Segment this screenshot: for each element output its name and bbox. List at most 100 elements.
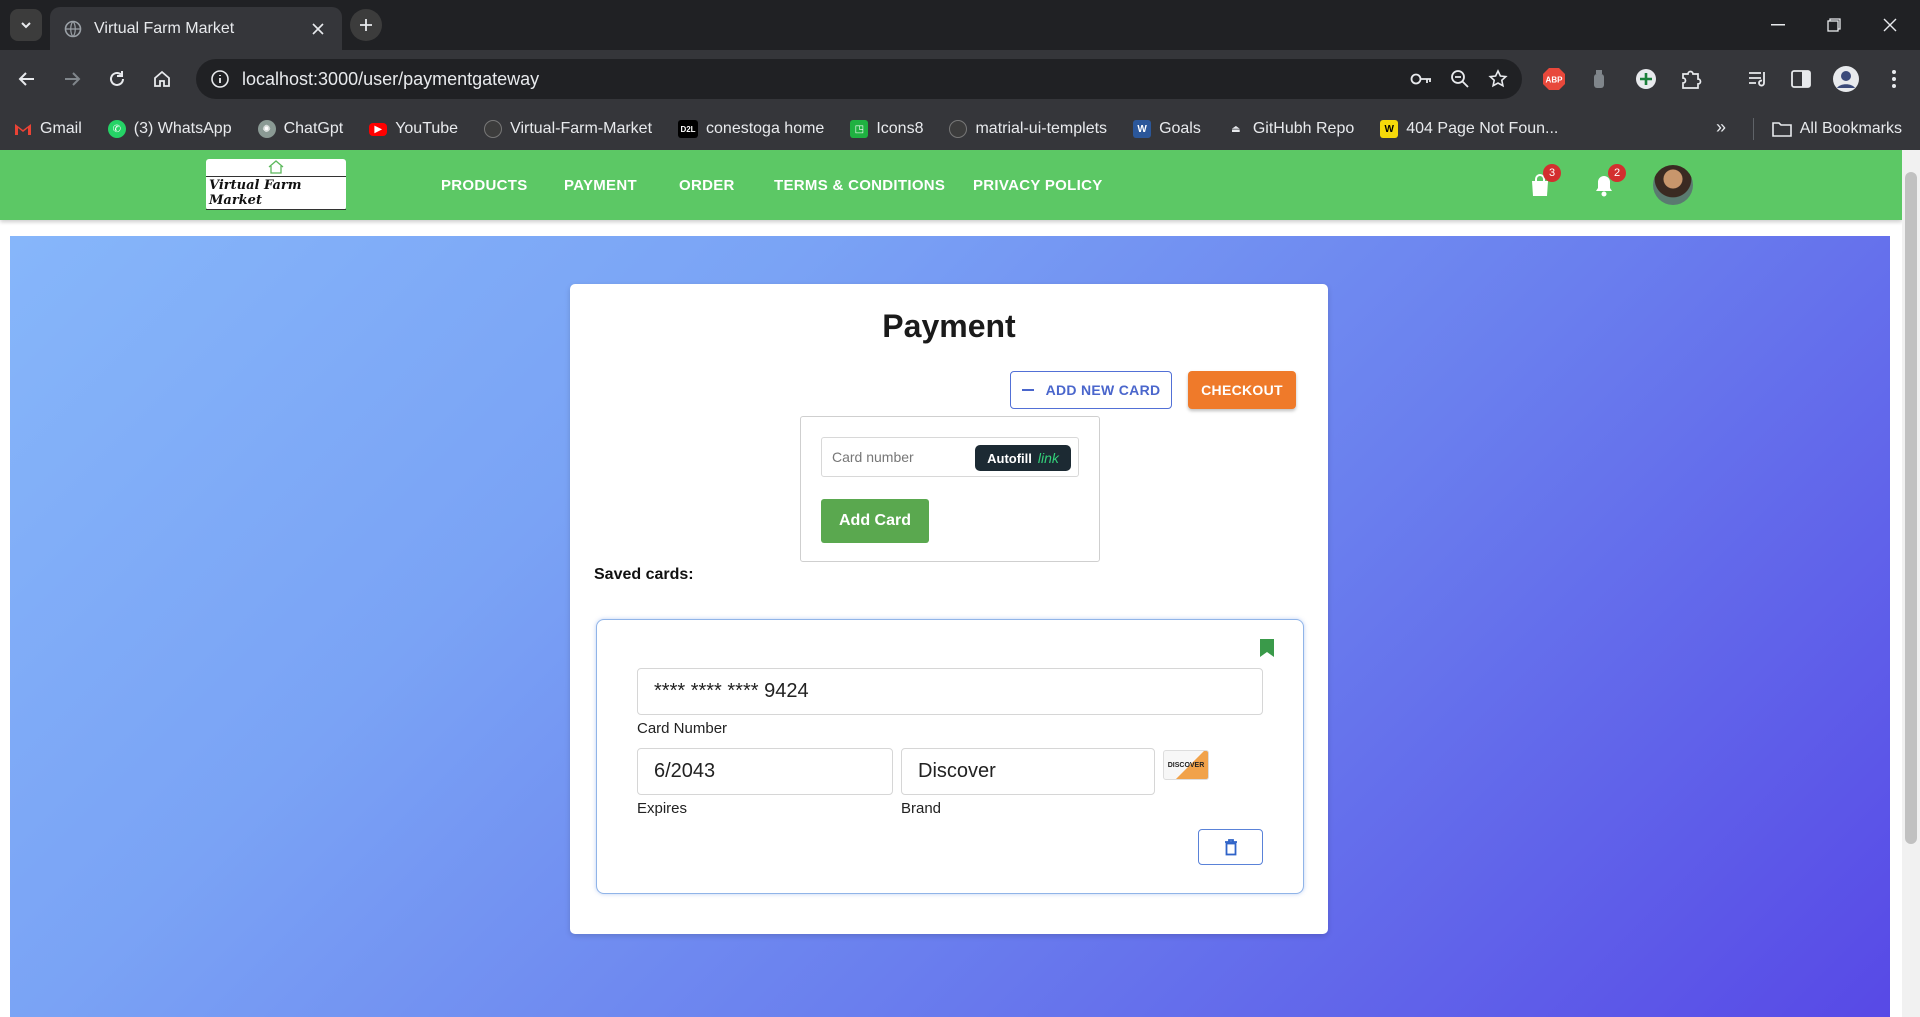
nav-terms-conditions[interactable]: TERMS & CONDITIONS xyxy=(774,150,945,220)
arrow-left-icon xyxy=(18,72,34,86)
card-number-input[interactable]: Card number Autofill link xyxy=(821,437,1079,477)
minus-icon xyxy=(1021,389,1034,391)
back-button[interactable] xyxy=(9,61,45,97)
card-entry-form: Card number Autofill link Add Card xyxy=(800,416,1100,562)
nav-privacy-policy[interactable]: PRIVACY POLICY xyxy=(973,150,1103,220)
close-window-button[interactable] xyxy=(1862,0,1918,50)
bookmark-goals[interactable]: W Goals xyxy=(1133,120,1201,138)
extensions-button[interactable] xyxy=(1673,61,1709,97)
bookmark-chatgpt[interactable]: ✺ ChatGpt xyxy=(257,120,343,138)
house-icon xyxy=(268,159,284,174)
bookmark-icons8[interactable]: ◳ Icons8 xyxy=(850,120,923,138)
expires-field: 6/2043 xyxy=(637,748,893,795)
youtube-icon: ▶ xyxy=(369,122,388,136)
link-logo: link xyxy=(1037,450,1059,466)
cart-count-badge: 3 xyxy=(1543,164,1561,182)
add-card-button[interactable]: Add Card xyxy=(821,499,929,543)
card-number-field: **** **** **** 9424 xyxy=(637,668,1263,715)
repo-icon: ⏏ xyxy=(1231,123,1241,135)
minimize-button[interactable] xyxy=(1750,0,1806,50)
extension-add-button[interactable] xyxy=(1628,61,1664,97)
bookmark-github-repo[interactable]: ⏏ GitHubh Repo xyxy=(1227,120,1354,138)
browser-tab-active[interactable]: Virtual Farm Market xyxy=(50,7,342,50)
key-icon[interactable] xyxy=(1410,71,1432,87)
media-control-button[interactable] xyxy=(1740,61,1776,97)
restore-icon xyxy=(1827,18,1841,32)
bottle-icon xyxy=(1594,70,1604,88)
svg-text:ABP: ABP xyxy=(1546,76,1564,85)
card-number-label: Card Number xyxy=(637,720,728,737)
zoom-icon[interactable] xyxy=(1450,69,1470,89)
close-icon xyxy=(1883,18,1897,32)
browser-tab-strip: Virtual Farm Market xyxy=(0,0,1920,50)
checkout-button[interactable]: CHECKOUT xyxy=(1188,371,1296,409)
expires-label: Expires xyxy=(637,800,688,817)
bookmark-404-page[interactable]: W 404 Page Not Foun... xyxy=(1380,120,1558,138)
nav-products[interactable]: PRODUCTS xyxy=(441,150,528,220)
card-number-placeholder: Card number xyxy=(832,449,914,465)
bookmark-virtual-farm-market[interactable]: Virtual-Farm-Market xyxy=(484,120,652,138)
browser-menu-button[interactable] xyxy=(1876,61,1912,97)
site-info-icon[interactable] xyxy=(210,69,230,89)
restore-button[interactable] xyxy=(1806,0,1862,50)
url-text[interactable]: localhost:3000/user/paymentgateway xyxy=(242,69,1410,90)
brand-field: Discover xyxy=(901,748,1155,795)
side-panel-icon xyxy=(1791,70,1811,88)
tab-title: Virtual Farm Market xyxy=(94,19,235,37)
extension-button[interactable] xyxy=(1581,61,1617,97)
puzzle-icon xyxy=(1682,70,1702,89)
add-new-card-button[interactable]: ADD NEW CARD xyxy=(1010,371,1172,409)
saved-card: **** **** **** 9424 Card Number 6/2043 E… xyxy=(596,619,1304,894)
gmail-icon xyxy=(14,120,32,138)
delete-card-button[interactable] xyxy=(1198,829,1263,865)
forward-button[interactable] xyxy=(54,61,90,97)
bookmark-youtube[interactable]: ▶ YouTube xyxy=(369,120,458,138)
adblock-extension[interactable]: ABP xyxy=(1536,61,1572,97)
reload-icon xyxy=(110,71,124,86)
autofill-link-button[interactable]: Autofill link xyxy=(975,445,1071,471)
new-tab-button[interactable] xyxy=(350,9,382,41)
close-tab-icon[interactable] xyxy=(308,19,328,39)
whatsapp-icon: ✆ xyxy=(107,120,126,138)
tab-search-button[interactable] xyxy=(10,9,42,41)
browser-toolbar: localhost:3000/user/paymentgateway ABP xyxy=(0,50,1920,108)
minimize-icon xyxy=(1771,24,1785,26)
all-bookmarks-button[interactable]: All Bookmarks xyxy=(1752,108,1902,150)
more-bookmarks-icon[interactable]: » xyxy=(1716,117,1726,138)
chatgpt-icon: ✺ xyxy=(257,120,276,138)
user-avatar[interactable] xyxy=(1653,165,1693,205)
github-icon xyxy=(949,120,968,138)
nav-payment[interactable]: PAYMENT xyxy=(564,150,637,220)
arrow-right-icon xyxy=(65,72,81,86)
profile-button[interactable] xyxy=(1828,61,1864,97)
nav-order[interactable]: ORDER xyxy=(679,150,735,220)
site-logo[interactable]: Virtual Farm Market xyxy=(206,159,346,210)
scroll-thumb[interactable] xyxy=(1905,172,1917,844)
bookmark-conestoga-home[interactable]: D2L conestoga home xyxy=(678,120,824,138)
notifications-button[interactable]: 2 xyxy=(1592,164,1626,202)
side-panel-button[interactable] xyxy=(1783,61,1819,97)
github-icon xyxy=(484,120,503,138)
bookmark-icon[interactable] xyxy=(1259,638,1275,658)
home-icon xyxy=(154,70,170,87)
reload-button[interactable] xyxy=(99,61,135,97)
app-header: Virtual Farm Market PRODUCTS PAYMENT ORD… xyxy=(0,150,1902,220)
profile-avatar-icon xyxy=(1833,66,1859,92)
bookmark-matrial-ui-templets[interactable]: matrial-ui-templets xyxy=(949,120,1107,138)
playlist-icon xyxy=(1749,72,1765,87)
bookmark-gmail[interactable]: Gmail xyxy=(14,120,82,138)
word-icon: W xyxy=(1133,120,1152,138)
brand-label: Brand xyxy=(901,800,942,817)
plus-circle-icon xyxy=(1636,69,1656,89)
more-vertical-icon xyxy=(1892,70,1896,88)
discover-logo: DISCOVER xyxy=(1163,750,1209,780)
cart-button[interactable]: 3 xyxy=(1527,164,1561,202)
d2l-icon: D2L xyxy=(678,120,699,138)
address-bar[interactable]: localhost:3000/user/paymentgateway xyxy=(196,59,1522,99)
star-icon[interactable] xyxy=(1488,69,1508,89)
page-scrollbar[interactable] xyxy=(1902,150,1920,1017)
home-button[interactable] xyxy=(144,61,180,97)
globe-icon xyxy=(64,20,82,37)
page-title: Payment xyxy=(882,308,1016,344)
bookmark-whatsapp[interactable]: ✆ (3) WhatsApp xyxy=(107,120,232,138)
